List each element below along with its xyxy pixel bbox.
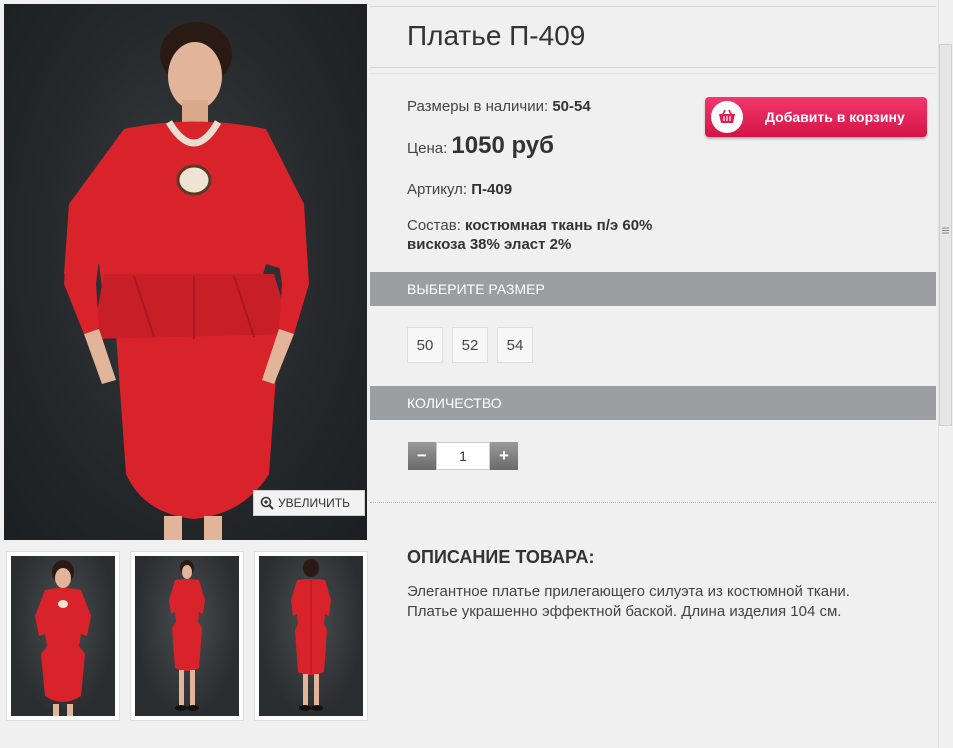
add-to-cart-label: Добавить в корзину: [765, 109, 905, 125]
scrollbar-thumb[interactable]: [939, 44, 952, 426]
composition: Состав: костюмная ткань п/э 60% вискоза …: [407, 216, 652, 254]
thumbnail-front[interactable]: [6, 551, 120, 721]
price-label: Цена:: [407, 140, 448, 157]
basket-icon: [711, 101, 743, 133]
thumbnail-full[interactable]: [130, 551, 244, 721]
thumbnail-figure: [291, 559, 331, 711]
composition-value: вискоза 38% эласт 2%: [407, 236, 572, 253]
size-option-54[interactable]: 54: [497, 327, 533, 363]
description-line: Платье украшенно эффектной баской. Длина…: [407, 603, 842, 620]
quantity-decrease-button[interactable]: −: [408, 442, 436, 470]
thumbnail-figure: [169, 560, 205, 711]
grip-icon: [942, 227, 949, 234]
sizes-label: Размеры в наличии:: [407, 98, 549, 115]
zoom-label: УВЕЛИЧИТЬ: [278, 496, 350, 510]
price-value: 1050 руб: [451, 132, 554, 159]
size-option-52[interactable]: 52: [452, 327, 488, 363]
product-title: Платье П-409: [407, 20, 586, 51]
divider: [370, 73, 936, 74]
quantity-section-title: КОЛИЧЕСТВО: [407, 395, 502, 411]
price: Цена: 1050 руб: [407, 134, 554, 158]
divider: [370, 6, 936, 7]
sku-label: Артикул:: [407, 181, 468, 198]
sizes-available: Размеры в наличии: 50-54: [407, 97, 591, 116]
size-section-header: ВЫБЕРИТЕ РАЗМЕР: [370, 272, 936, 306]
add-to-cart-button[interactable]: Добавить в корзину: [705, 97, 927, 137]
quantity-input[interactable]: [436, 442, 490, 470]
divider: [370, 67, 936, 68]
sku: Артикул: П-409: [407, 180, 512, 199]
thumbnail-figure: [35, 560, 91, 716]
main-product-photo[interactable]: УВЕЛИЧИТЬ: [4, 4, 367, 540]
description-title: ОПИСАНИЕ ТОВАРА:: [407, 547, 595, 567]
model-figure: [64, 22, 309, 540]
quantity-increase-button[interactable]: +: [490, 442, 518, 470]
magnifier-plus-icon: [260, 496, 274, 510]
zoom-button[interactable]: УВЕЛИЧИТЬ: [253, 490, 365, 516]
size-option-50[interactable]: 50: [407, 327, 443, 363]
composition-label: Состав:: [407, 217, 461, 234]
description-line: Элегантное платье прилегающего силуэта и…: [407, 583, 850, 600]
thumbnail-back[interactable]: [254, 551, 368, 721]
description-text: Элегантное платье прилегающего силуэта и…: [407, 582, 927, 622]
composition-value: костюмная ткань п/э 60%: [465, 217, 653, 234]
size-section-title: ВЫБЕРИТЕ РАЗМЕР: [407, 281, 545, 297]
quantity-section-header: КОЛИЧЕСТВО: [370, 386, 936, 420]
sizes-value: 50-54: [552, 98, 591, 115]
sku-value: П-409: [471, 181, 513, 198]
divider: [370, 502, 936, 503]
